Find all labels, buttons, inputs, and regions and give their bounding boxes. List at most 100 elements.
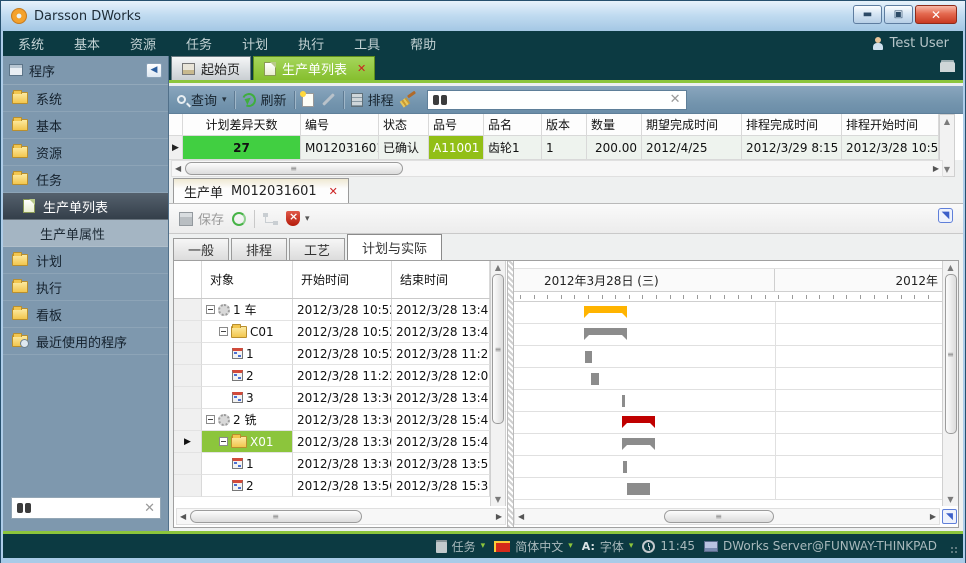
maximize-button[interactable]: ▣ <box>884 5 913 24</box>
grid-cell[interactable]: 1 <box>542 136 587 160</box>
grid-cell[interactable]: 2012/4/25 <box>642 136 742 160</box>
gantt-bar[interactable] <box>584 328 627 335</box>
gantt-bar[interactable] <box>622 416 655 423</box>
expander-icon[interactable] <box>219 437 228 446</box>
user-info[interactable]: Test User <box>872 36 949 51</box>
close-tab-icon[interactable]: ✕ <box>357 62 366 75</box>
sidebar-item-2[interactable]: 资源 <box>3 139 168 166</box>
tree-object-cell[interactable]: 3 <box>202 387 293 409</box>
tab-home[interactable]: 起始页 <box>171 56 251 80</box>
tree-hscrollbar[interactable]: ◀ ≡ ▶ <box>176 508 506 525</box>
grid-column-header[interactable]: 版本 <box>542 114 587 136</box>
status-task[interactable]: 任务 ▾ <box>436 538 486 555</box>
sidebar-item-7[interactable]: 执行 <box>3 274 168 301</box>
schedule-button[interactable]: 排程 <box>351 90 394 109</box>
gantt-bar[interactable] <box>627 483 650 495</box>
tree-row-7[interactable]: 12012/3/28 13:302012/3/28 13:50 <box>174 453 490 475</box>
grid-cell[interactable]: A11001 <box>429 136 484 160</box>
sidebar-search-box[interactable]: ✕ <box>11 497 161 519</box>
minimize-button[interactable]: ▬ <box>853 5 882 24</box>
tree-object-cell[interactable]: C01 <box>202 321 293 343</box>
tree-row-8[interactable]: 22012/3/28 13:502012/3/28 15:30 <box>174 475 490 497</box>
query-button[interactable]: 查询 ▾ <box>177 90 227 109</box>
sidebar-item-1[interactable]: 基本 <box>3 112 168 139</box>
grid-column-header[interactable]: 计划差异天数 <box>183 114 301 136</box>
menu-item-1[interactable]: 基本 <box>59 34 115 53</box>
subtab-2[interactable]: 工艺 <box>289 238 345 260</box>
grid-cell[interactable]: 齿轮1 <box>484 136 542 160</box>
grid-column-header[interactable]: 排程开始时间 <box>842 114 939 136</box>
chevron-down-icon[interactable]: ▾ <box>629 541 634 551</box>
tree-row-1[interactable]: C012012/3/28 10:522012/3/28 13:40 <box>174 321 490 343</box>
tree-object-cell[interactable]: 1 <box>202 343 293 365</box>
expander-icon[interactable] <box>219 327 228 336</box>
grid-column-header[interactable]: 排程完成时间 <box>742 114 842 136</box>
reload-button[interactable] <box>232 212 246 226</box>
sidebar-item-0[interactable]: 系统 <box>3 85 168 112</box>
gantt-bar[interactable] <box>622 438 655 445</box>
subtab-1[interactable]: 排程 <box>231 238 287 260</box>
sidebar-item-5[interactable]: 生产单属性 <box>3 220 168 247</box>
tree-row-2[interactable]: 12012/3/28 10:522012/3/28 11:22 <box>174 343 490 365</box>
save-button[interactable]: 保存 <box>179 209 224 228</box>
popout-icon[interactable]: ◥ <box>938 208 953 223</box>
sidebar-collapse-button[interactable]: ◀ <box>146 63 162 78</box>
tree-row-4[interactable]: 32012/3/28 13:302012/3/28 13:40 <box>174 387 490 409</box>
tree-object-cell[interactable]: 1 车 <box>202 299 293 321</box>
close-button[interactable]: ✕ <box>915 5 957 24</box>
clear-search-icon[interactable]: ✕ <box>670 92 681 107</box>
menu-item-0[interactable]: 系统 <box>3 34 59 53</box>
flow-button[interactable] <box>263 213 278 225</box>
sidebar-item-9[interactable]: 最近使用的程序 <box>3 328 168 355</box>
expander-icon[interactable] <box>206 415 215 424</box>
menu-item-5[interactable]: 执行 <box>283 34 339 53</box>
chevron-down-icon[interactable]: ▾ <box>481 541 486 551</box>
toolbar-search-box[interactable]: ✕ <box>427 90 687 110</box>
grid-column-header[interactable]: 编号 <box>301 114 379 136</box>
menu-item-3[interactable]: 任务 <box>171 34 227 53</box>
grid-column-header[interactable]: 品号 <box>429 114 484 136</box>
tree-column-header[interactable]: 对象 <box>202 261 293 298</box>
tree-row-0[interactable]: 1 车2012/3/28 10:522012/3/28 13:40 <box>174 299 490 321</box>
grid-cell[interactable]: 200.00 <box>587 136 642 160</box>
popout-icon[interactable]: ◥ <box>942 509 957 524</box>
tree-object-cell[interactable]: 2 铣 <box>202 409 293 431</box>
grid-column-header[interactable]: 数量 <box>587 114 642 136</box>
gantt-bar[interactable] <box>591 373 599 385</box>
subtab-3[interactable]: 计划与实际 <box>347 234 442 260</box>
tree-object-cell[interactable]: 2 <box>202 475 293 497</box>
grid-cell[interactable]: 2012/3/28 10:52 <box>842 136 939 160</box>
tree-object-cell[interactable]: 1 <box>202 453 293 475</box>
grid-cell[interactable]: M012031601 <box>301 136 379 160</box>
tab-order-list[interactable]: 生产单列表 ✕ <box>253 56 375 80</box>
status-language[interactable]: 简体中文 ▾ <box>494 538 573 555</box>
tree-row-5[interactable]: 2 铣2012/3/28 13:302012/3/28 15:40 <box>174 409 490 431</box>
gantt-vscrollbar[interactable]: ▲≡▼ <box>942 261 958 506</box>
sidebar-item-6[interactable]: 计划 <box>3 247 168 274</box>
sidebar-item-8[interactable]: 看板 <box>3 301 168 328</box>
validate-button[interactable]: ▾ <box>286 211 310 226</box>
grid-column-header[interactable]: 期望完成时间 <box>642 114 742 136</box>
gantt-bar[interactable] <box>622 395 625 407</box>
close-tab-icon[interactable]: ✕ <box>329 185 338 198</box>
menu-item-4[interactable]: 计划 <box>227 34 283 53</box>
grid-cell[interactable]: 27 <box>183 136 301 160</box>
orders-grid-hscrollbar[interactable]: ◀ ≡ ▶ <box>171 160 943 177</box>
edit-button[interactable] <box>321 98 336 101</box>
tab-list-icon[interactable] <box>940 62 955 72</box>
chevron-down-icon[interactable]: ▾ <box>222 95 227 105</box>
menu-item-2[interactable]: 资源 <box>115 34 171 53</box>
refresh-button[interactable]: 刷新 <box>242 90 287 109</box>
status-font[interactable]: A: 字体 ▾ <box>582 538 634 555</box>
grid-cell[interactable]: 已确认 <box>379 136 429 160</box>
gantt-hscrollbar[interactable]: ◀ ≡ ▶ <box>514 508 940 525</box>
gantt-bar[interactable] <box>584 306 627 313</box>
grid-column-header[interactable]: 品名 <box>484 114 542 136</box>
tree-row-3[interactable]: 22012/3/28 11:222012/3/28 12:00 <box>174 365 490 387</box>
tree-vscrollbar[interactable]: ▲≡▼ <box>490 261 506 506</box>
new-button[interactable] <box>302 93 314 107</box>
sidebar-item-3[interactable]: 任务 <box>3 166 168 193</box>
clean-button[interactable] <box>401 93 416 107</box>
splitter[interactable] <box>507 261 514 527</box>
sidebar-item-4[interactable]: 生产单列表 <box>3 193 168 220</box>
